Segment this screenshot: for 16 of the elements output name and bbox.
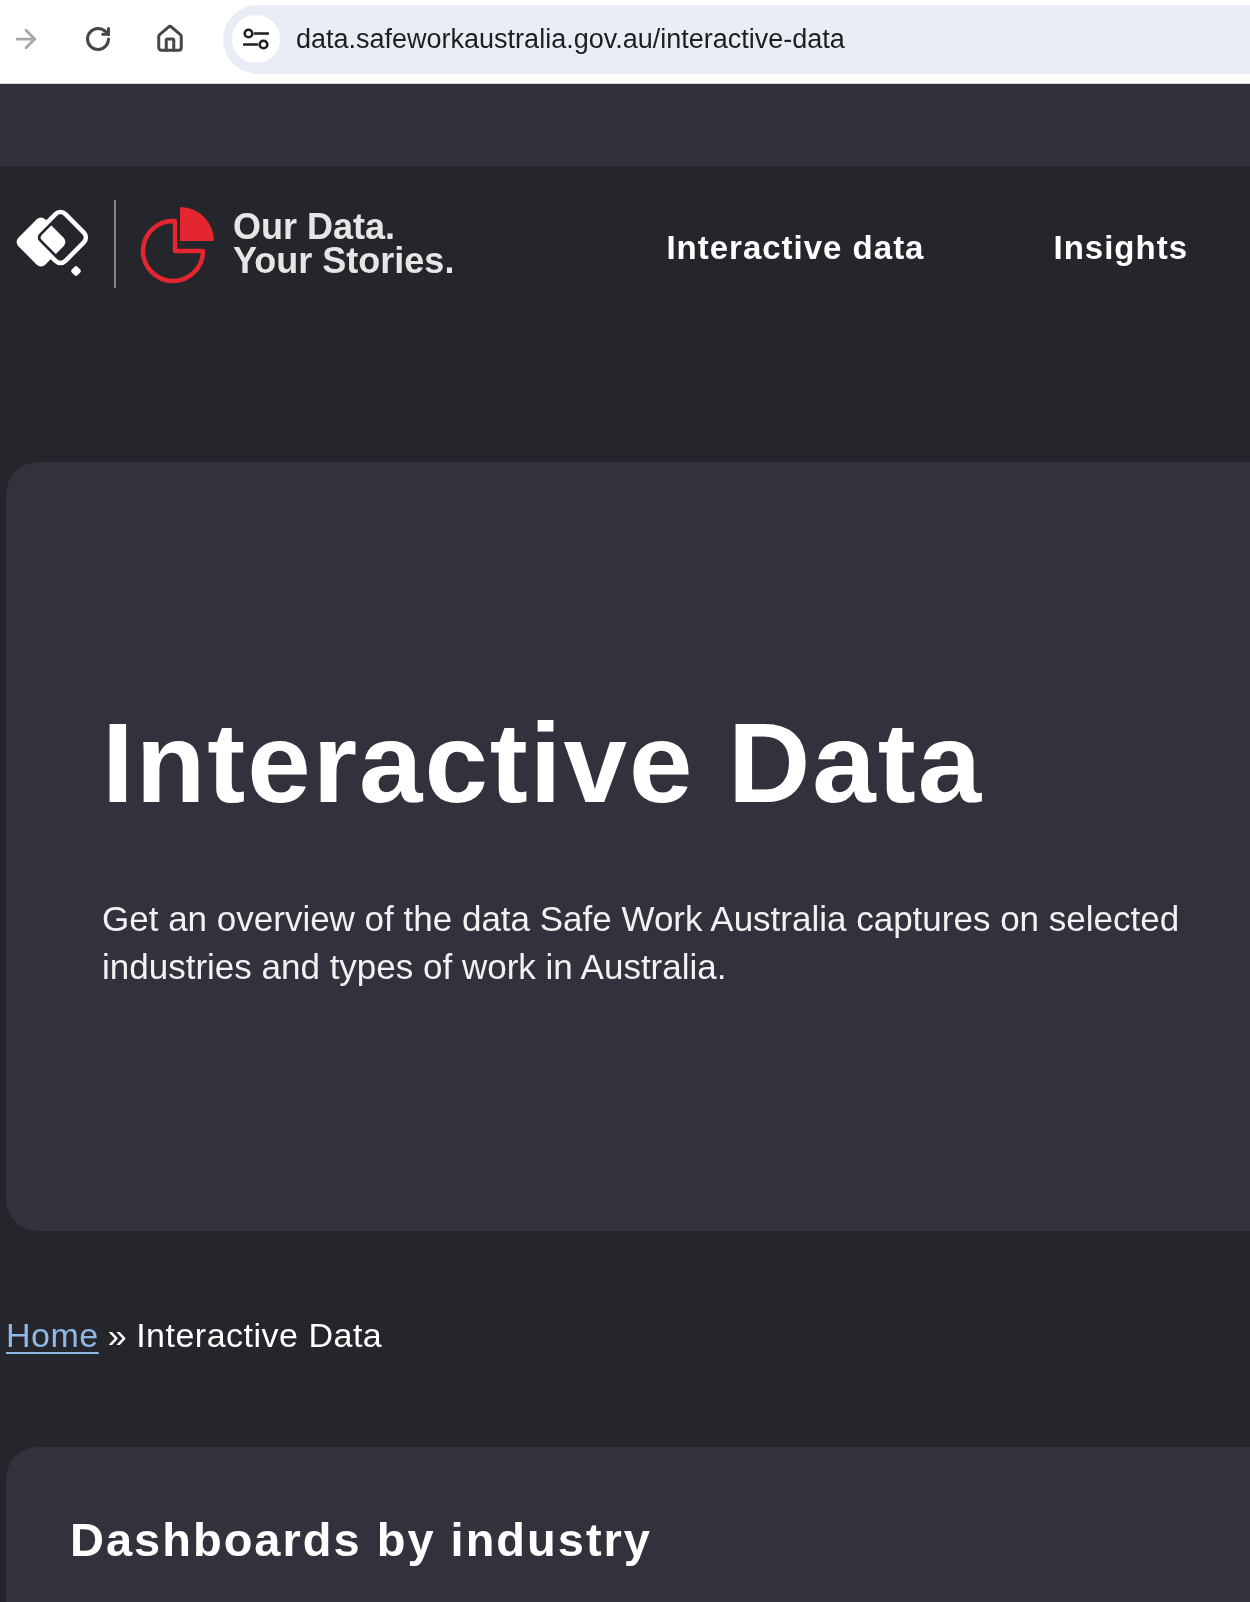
logo-wordmark: Our Data. Your Stories.: [233, 210, 455, 278]
diamond-logo-icon: [14, 209, 90, 279]
sliders-icon: [243, 28, 269, 50]
url-text: data.safeworkaustralia.gov.au/interactive-data: [296, 23, 845, 55]
hero-description: Get an overview of the data Safe Work Australia captures on selected industries and types of work in Australia.: [102, 898, 1181, 988]
breadcrumb-separator: »: [107, 1315, 128, 1356]
breadcrumb-link[interactable]: Home: [6, 1313, 99, 1357]
section-heading: Dashboards by industry: [70, 1512, 653, 1568]
site-info-button[interactable]: [232, 15, 280, 63]
home-icon: [155, 24, 185, 54]
address-bar[interactable]: data.safeworkaustralia.gov.au/interactive-data: [223, 4, 1250, 74]
nav-link[interactable]: Interactive data: [666, 229, 925, 267]
reload-icon: [84, 25, 112, 53]
nav-link[interactable]: Insights: [1053, 229, 1188, 267]
breadcrumb-current: Interactive Data: [136, 1315, 383, 1356]
hero-title: Interactive Data: [102, 700, 985, 825]
